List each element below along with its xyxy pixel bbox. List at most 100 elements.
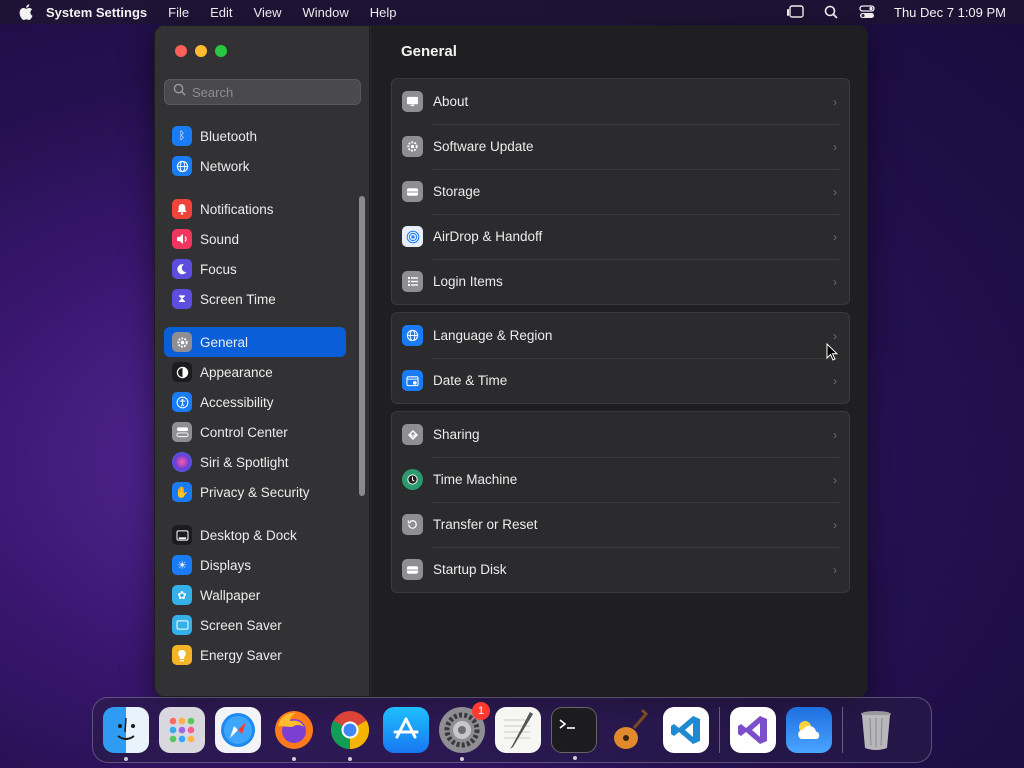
row-time-machine[interactable]: Time Machine › (392, 457, 849, 502)
sidebar-item-desktop-dock[interactable]: Desktop & Dock (164, 520, 346, 550)
sidebar-item-label: Control Center (200, 424, 288, 440)
row-label: About (433, 94, 469, 109)
dock-trash[interactable] (853, 707, 899, 753)
siri-icon (172, 452, 192, 472)
dock-textedit[interactable] (495, 707, 541, 753)
sidebar-item-appearance[interactable]: Appearance (164, 357, 346, 387)
sidebar-list: ᛒ Bluetooth Network Notifications Sound … (164, 121, 346, 670)
zoom-button[interactable] (215, 45, 227, 57)
minimize-button[interactable] (195, 45, 207, 57)
toggles-icon (172, 422, 192, 442)
terminal-prompt-icon (559, 719, 575, 729)
dock-garageband[interactable] (607, 707, 653, 753)
settings-group-2: Language & Region › Date & Time › (391, 312, 850, 404)
dock-terminal[interactable] (551, 707, 597, 760)
row-login-items[interactable]: Login Items › (392, 259, 849, 304)
dock-firefox[interactable] (271, 707, 317, 761)
row-transfer-reset[interactable]: Transfer or Reset › (392, 502, 849, 547)
gear-icon (172, 332, 192, 352)
globe-icon (402, 325, 423, 346)
menu-view[interactable]: View (254, 5, 282, 20)
sidebar-item-privacy-security[interactable]: ✋ Privacy & Security (164, 477, 346, 507)
menu-window[interactable]: Window (302, 5, 348, 20)
spotlight-search-icon[interactable] (822, 5, 840, 19)
dock-weather[interactable] (786, 707, 832, 753)
guitar-icon (614, 708, 649, 749)
bluetooth-icon: ᛒ (172, 126, 192, 146)
chevron-right-icon: › (833, 229, 837, 244)
menu-bar: System Settings File Edit View Window He… (0, 0, 1024, 24)
sidebar-item-siri-spotlight[interactable]: Siri & Spotlight (164, 447, 346, 477)
sidebar-item-wallpaper[interactable]: ✿ Wallpaper (164, 580, 346, 610)
sidebar-item-label: Focus (200, 261, 237, 277)
dock-finder[interactable] (103, 707, 149, 761)
search-field[interactable] (164, 79, 361, 105)
sidebar-item-general[interactable]: General (164, 327, 346, 357)
dock-icon (172, 525, 192, 545)
dock-launchpad[interactable] (159, 707, 205, 753)
menu-clock[interactable]: Thu Dec 7 1:09 PM (894, 5, 1006, 20)
chevron-right-icon: › (833, 328, 837, 343)
sidebar-item-label: Screen Saver (200, 617, 282, 633)
vscode-icon (671, 716, 700, 744)
menu-file[interactable]: File (168, 5, 189, 20)
sidebar-item-accessibility[interactable]: Accessibility (164, 387, 346, 417)
search-icon (173, 83, 186, 101)
row-airdrop-handoff[interactable]: AirDrop & Handoff › (392, 214, 849, 259)
sidebar-item-label: Displays (200, 557, 252, 573)
globe-icon (172, 156, 192, 176)
appearance-icon (172, 362, 192, 382)
row-language-region[interactable]: Language & Region › (392, 313, 849, 358)
notification-badge: 1 (472, 702, 490, 720)
control-center-icon[interactable] (858, 5, 876, 19)
window-controls (175, 45, 227, 57)
sidebar-item-network[interactable]: Network (164, 151, 346, 181)
dock-vscode[interactable] (663, 707, 709, 753)
sidebar-item-energy-saver[interactable]: Energy Saver (164, 640, 346, 670)
sidebar-item-bluetooth[interactable]: ᛒ Bluetooth (164, 121, 346, 151)
sidebar-item-control-center[interactable]: Control Center (164, 417, 346, 447)
menu-edit[interactable]: Edit (210, 5, 232, 20)
dock-separator (842, 707, 843, 753)
dock-visual-studio[interactable] (730, 707, 776, 753)
sidebar-item-screen-time[interactable]: ⧗ Screen Time (164, 284, 346, 314)
menu-app-name[interactable]: System Settings (46, 5, 147, 20)
sidebar-item-displays[interactable]: ☀ Displays (164, 550, 346, 580)
dock: 1 (92, 697, 932, 763)
row-label: Login Items (433, 274, 503, 289)
sidebar-item-label: Sound (200, 231, 240, 247)
row-software-update[interactable]: Software Update › (392, 124, 849, 169)
dock-chrome[interactable] (327, 707, 373, 761)
search-input[interactable] (192, 84, 352, 100)
page-title: General (401, 43, 457, 60)
dock-system-settings[interactable]: 1 (439, 702, 490, 761)
sidebar-item-notifications[interactable]: Notifications (164, 194, 346, 224)
dock-safari[interactable] (215, 707, 261, 753)
menu-help[interactable]: Help (370, 5, 397, 20)
chevron-right-icon: › (833, 373, 837, 388)
drive-icon (402, 559, 423, 580)
row-storage[interactable]: Storage › (392, 169, 849, 214)
system-settings-window: ᛒ Bluetooth Network Notifications (154, 25, 868, 697)
sun-icon: ☀ (172, 555, 192, 575)
dock-app-store[interactable] (383, 707, 429, 753)
chevron-right-icon: › (833, 94, 837, 109)
flower-icon: ✿ (172, 585, 192, 605)
row-date-time[interactable]: Date & Time › (392, 358, 849, 403)
stage-manager-icon[interactable] (786, 5, 804, 19)
row-sharing[interactable]: Sharing › (392, 412, 849, 457)
sidebar-scrollbar[interactable] (359, 196, 365, 496)
settings-group-3: Sharing › Time Machine › Transfer or Res… (391, 411, 850, 593)
close-button[interactable] (175, 45, 187, 57)
apple-menu-icon[interactable] (18, 4, 34, 20)
row-startup-disk[interactable]: Startup Disk › (392, 547, 849, 592)
main-content: General About › Software Update › Storag… (371, 26, 867, 696)
settings-group-1: About › Software Update › Storage › AirD… (391, 78, 850, 305)
notepad-pen-icon (504, 712, 533, 749)
sidebar-item-sound[interactable]: Sound (164, 224, 346, 254)
row-about[interactable]: About › (392, 79, 849, 124)
sidebar-item-screen-saver[interactable]: Screen Saver (164, 610, 346, 640)
sidebar-item-focus[interactable]: Focus (164, 254, 346, 284)
mouse-cursor-icon (826, 342, 839, 366)
drive-icon (402, 181, 423, 202)
